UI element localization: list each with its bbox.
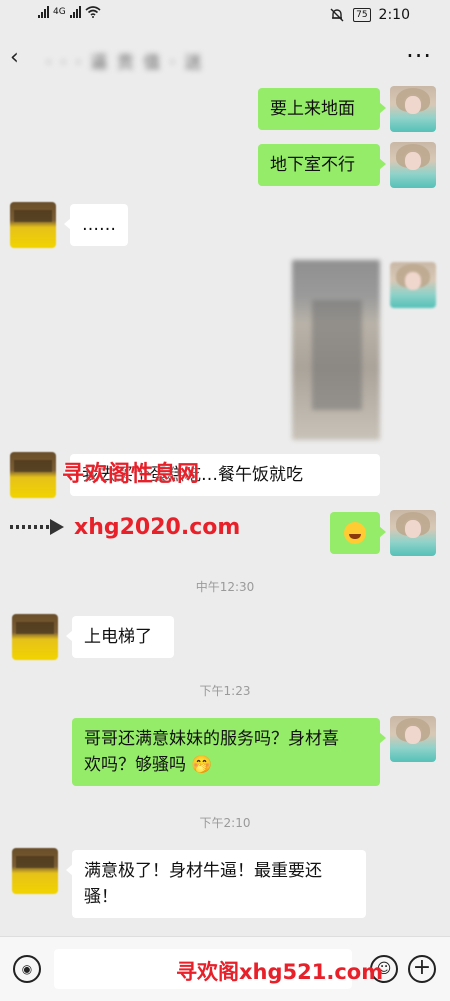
avatar[interactable] (10, 202, 56, 248)
battery-indicator: 75 (353, 8, 371, 22)
emoji-message[interactable] (330, 512, 386, 554)
chevron-left-icon: ‹ (10, 45, 19, 70)
timestamp: 中午12:30 (195, 580, 255, 594)
voice-button[interactable]: ◉ (13, 955, 41, 983)
message-line: 骚！ (84, 887, 118, 907)
timestamp: 下午1:23 (199, 684, 251, 698)
signal-icon (38, 6, 49, 18)
signal-icon-2 (69, 6, 81, 18)
arrow-right-icon (10, 519, 64, 535)
avatar[interactable] (390, 510, 436, 556)
watermark-text: 寻欢阁性息网 (62, 462, 201, 487)
message-line: 欢吗？够骚吗 🤭 (84, 755, 213, 775)
more-options-button[interactable]: ··· (406, 44, 432, 68)
message-line: 满意极了！身材牛逼！最重要还 (84, 861, 322, 881)
network-label: 4G (53, 7, 66, 17)
voice-icon: ◉ (21, 962, 33, 976)
chat-header: ‹ · · · 逼 贡 值 · 送 ··· (0, 34, 450, 86)
plus-icon: + (412, 955, 432, 980)
avatar[interactable] (390, 142, 436, 188)
clock: 2:10 (378, 7, 410, 23)
message-bubble-outgoing[interactable]: 地下室不行 (258, 144, 386, 186)
avatar[interactable] (12, 848, 58, 894)
chat-title: · · · 逼 贡 值 · 送 (46, 53, 204, 73)
avatar[interactable] (390, 262, 436, 308)
watermark-url-row: xhg2020.com (10, 512, 240, 542)
avatar[interactable] (390, 716, 436, 762)
avatar[interactable] (12, 614, 58, 660)
timestamp: 下午2:10 (199, 816, 251, 830)
status-left: 4G (38, 6, 101, 18)
watermark-bottom: 寻欢阁xhg521.com (176, 960, 384, 984)
watermark-url: xhg2020.com (74, 514, 241, 540)
message-bubble-incoming[interactable]: 上电梯了 (66, 616, 174, 658)
image-message[interactable] (292, 260, 380, 440)
message-bubble-incoming[interactable]: 满意极了！身材牛逼！最重要还 骚！ (66, 850, 366, 918)
avatar[interactable] (10, 452, 56, 498)
message-bubble-outgoing[interactable]: 要上来地面 (258, 88, 386, 130)
back-button[interactable]: ‹ (10, 46, 34, 72)
status-right: 75 2:10 (329, 7, 410, 23)
message-bubble-outgoing[interactable]: 哥哥还满意妹妹的服务吗？身材喜 欢吗？够骚吗 🤭 (72, 718, 386, 786)
mute-bell-icon (330, 8, 344, 22)
avatar[interactable] (390, 86, 436, 132)
chat-area[interactable]: 要上来地面 地下室不行 …… 我去买个蛋糕吃…餐午饭就吃 中午12:30 上电梯… (0, 86, 450, 936)
laughing-emoji-icon (344, 522, 366, 544)
message-line: 哥哥还满意妹妹的服务吗？身材喜 (84, 729, 339, 749)
wifi-icon (85, 6, 101, 18)
status-bar: 4G 75 2:10 (0, 0, 450, 32)
message-bubble-incoming[interactable]: …… (64, 204, 128, 246)
plus-button[interactable]: + (408, 955, 436, 983)
